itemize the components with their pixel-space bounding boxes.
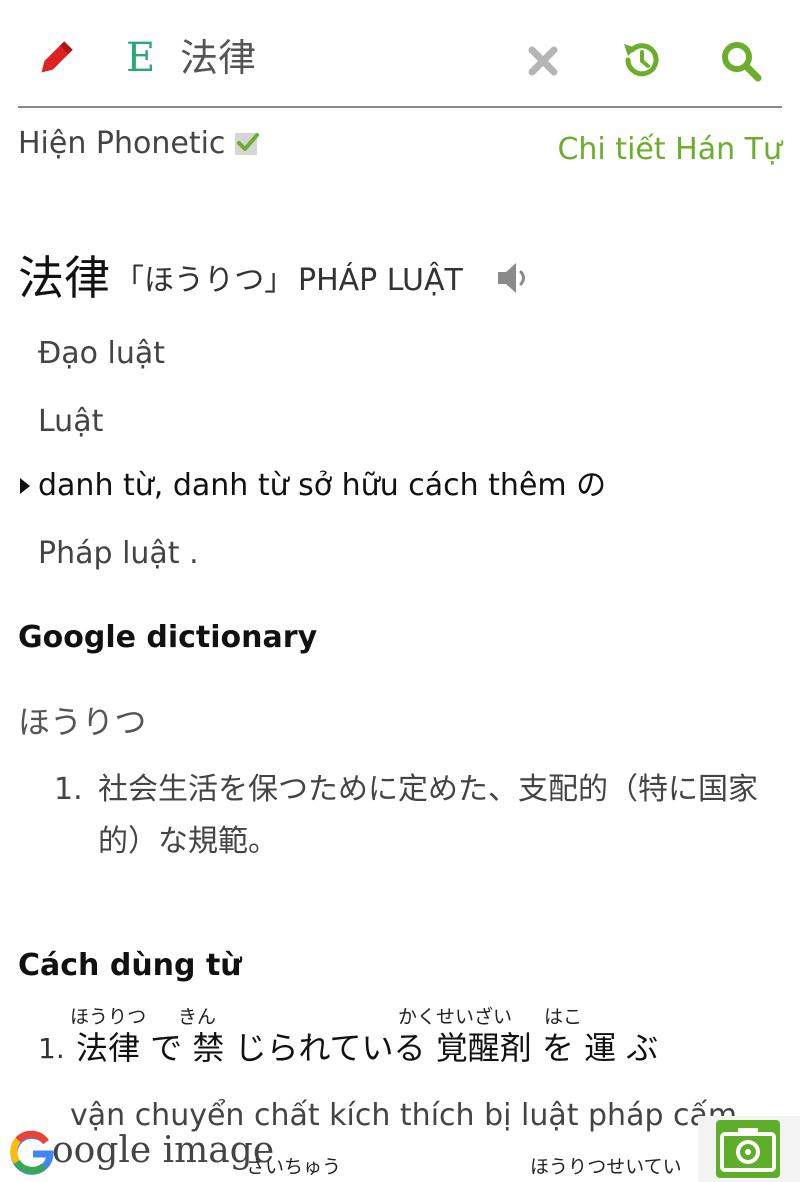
example-number: 1. — [38, 1032, 65, 1065]
language-badge[interactable]: E — [126, 34, 155, 82]
furigana: はこ — [544, 1006, 583, 1028]
google-logo-icon[interactable] — [8, 1128, 56, 1176]
example-sentence[interactable]: 法律 で 禁 じられている 覚醒剤 を 運 ぶ — [76, 1028, 658, 1068]
search-query[interactable]: 法律 — [180, 34, 256, 82]
camera-icon[interactable] — [716, 1120, 780, 1178]
entry-hanviet: PHÁP LUẬT — [298, 263, 463, 298]
meaning-item: Đạo luật — [38, 336, 166, 371]
furigana: きん — [178, 1006, 217, 1028]
google-image-link[interactable]: oogle image — [52, 1128, 274, 1174]
google-reading: ほうりつ — [18, 703, 147, 741]
close-icon[interactable] — [526, 44, 560, 78]
furigana: かくせいざい — [398, 1006, 513, 1028]
pencil-icon[interactable] — [34, 38, 76, 80]
search-icon[interactable] — [718, 38, 764, 84]
triangle-right-icon — [18, 476, 32, 496]
furigana: ほうりつせいてい — [530, 1156, 682, 1178]
history-icon[interactable] — [620, 38, 664, 82]
phonetic-toggle-label[interactable]: Hiện Phonetic — [18, 126, 225, 162]
google-dictionary-title: Google dictionary — [18, 620, 318, 655]
entry-word: 法律 — [18, 251, 110, 305]
definition-text-continued: 的）な規範。 — [98, 824, 278, 859]
checkbox-checked-icon[interactable] — [234, 130, 260, 156]
speaker-icon[interactable] — [494, 258, 534, 298]
usage-title: Cách dùng từ — [18, 948, 242, 983]
entry-reading: 「ほうりつ」 — [114, 263, 295, 298]
kanji-detail-link[interactable]: Chi tiết Hán Tự — [557, 132, 782, 168]
meaning-item: Pháp luật . — [38, 536, 199, 571]
part-of-speech: danh từ, danh từ sở hữu cách thêm の — [38, 468, 607, 503]
definition-number: 1. — [54, 772, 83, 807]
meaning-item: Luật — [38, 404, 104, 439]
furigana: ほうりつ — [70, 1006, 147, 1028]
toolbar-divider — [18, 106, 782, 108]
definition-text: 社会生活を保つために定めた、支配的（特に国家 — [98, 772, 758, 807]
